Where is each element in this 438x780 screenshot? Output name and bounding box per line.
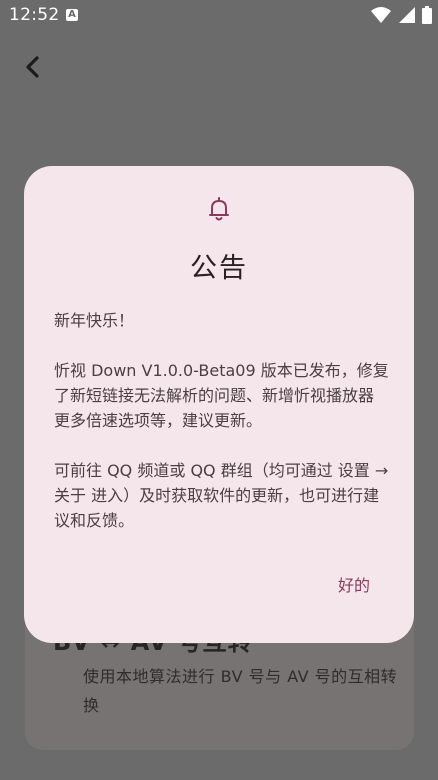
signal-icon xyxy=(398,7,415,23)
dialog-body: 新年快乐！ 忻视 Down V1.0.0-Beta09 版本已发布，修复了新短链… xyxy=(54,308,389,533)
dialog-title: 公告 xyxy=(190,253,248,284)
back-button[interactable] xyxy=(18,52,48,82)
card-description: 使用本地算法进行 BV 号与 AV 号的互相转换 xyxy=(83,667,398,715)
announcement-paragraph: 忻视 Down V1.0.0-Beta09 版本已发布，修复了新短链接无法解析的… xyxy=(54,361,389,430)
a-badge-icon: A xyxy=(66,9,78,21)
status-icons xyxy=(369,6,432,24)
battery-icon xyxy=(422,6,432,24)
status-bar: 12:52 A xyxy=(0,0,438,30)
announcement-dialog: 公告 新年快乐！ 忻视 Down V1.0.0-Beta09 版本已发布，修复了… xyxy=(24,166,414,643)
ok-button[interactable]: 好的 xyxy=(338,572,370,596)
announcement-paragraph: 可前往 QQ 频道或 QQ 群组（均可通过 设置 → 关于 进入）及时获取软件的… xyxy=(54,461,389,530)
bell-icon xyxy=(209,197,229,221)
status-time: 12:52 xyxy=(9,5,60,25)
announcement-paragraph: 新年快乐！ xyxy=(54,311,135,330)
back-arrow-icon xyxy=(26,56,39,78)
wifi-icon xyxy=(371,7,392,23)
